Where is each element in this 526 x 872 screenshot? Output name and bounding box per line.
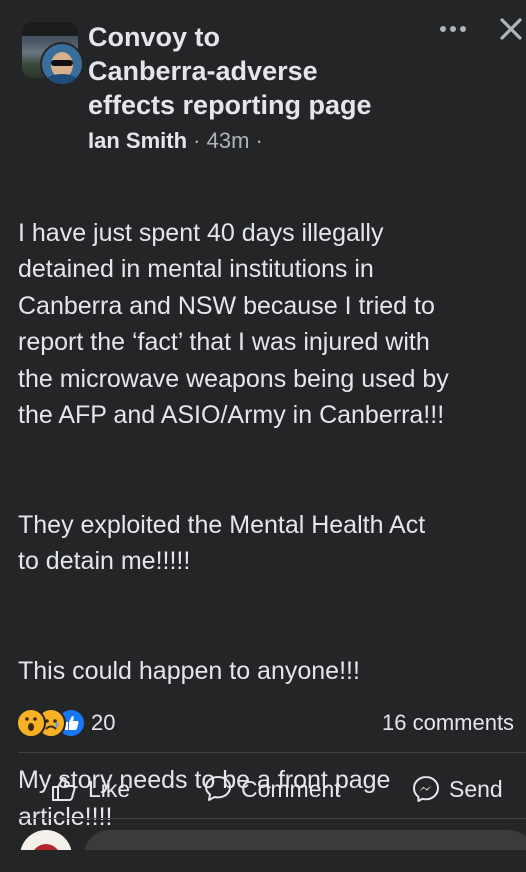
messenger-icon <box>413 776 439 802</box>
post-paragraph: They exploited the Mental Health Act to … <box>18 510 426 576</box>
current-user-avatar[interactable] <box>20 830 72 850</box>
speech-bubble-icon <box>205 776 231 801</box>
post-paragraph: This could happen to anyone!!! <box>18 656 360 685</box>
author-name[interactable]: Ian Smith <box>88 128 187 153</box>
thumbnail-band <box>22 22 78 36</box>
avatar-logo <box>30 844 62 850</box>
send-button[interactable]: Send <box>411 770 526 806</box>
meta-separator: · <box>255 128 263 153</box>
thumbs-up-icon <box>52 777 76 801</box>
comments-count[interactable]: 16 comments <box>382 708 514 738</box>
post-paragraph: I have just spent 40 days illegally deta… <box>18 218 449 430</box>
wow-emoji-icon <box>16 708 46 738</box>
reactions-summary[interactable] <box>16 708 96 738</box>
close-icon[interactable] <box>494 12 524 42</box>
author-avatar[interactable] <box>40 42 84 86</box>
comment-label: Comment <box>241 776 341 802</box>
reaction-count[interactable]: 20 <box>91 708 115 738</box>
comment-button[interactable]: Comment <box>203 770 353 806</box>
send-label: Send <box>449 776 503 802</box>
comment-input[interactable] <box>84 830 526 850</box>
like-button[interactable]: Like <box>50 770 140 806</box>
group-title[interactable]: Convoy to Canberra-adverse effects repor… <box>88 20 418 122</box>
post-time[interactable]: 43m <box>207 128 250 153</box>
post-header: Convoy to Canberra-adverse effects repor… <box>0 0 526 170</box>
post-meta: Ian Smith · 43m · <box>88 126 263 156</box>
comment-composer <box>0 822 526 850</box>
post-actions: Like Comment Send <box>0 760 526 816</box>
divider <box>18 752 526 753</box>
post-stats: 20 16 comments <box>0 704 526 742</box>
group-title-line: effects reporting page <box>88 90 372 120</box>
avatar-sunglasses <box>51 60 73 66</box>
divider <box>18 818 526 819</box>
meta-separator: · <box>193 128 201 153</box>
like-label: Like <box>88 776 131 802</box>
avatar-shirt <box>46 74 78 84</box>
more-options-icon[interactable] <box>436 20 470 40</box>
group-title-line: Canberra-adverse <box>88 56 318 86</box>
group-title-line: Convoy to <box>88 22 220 52</box>
